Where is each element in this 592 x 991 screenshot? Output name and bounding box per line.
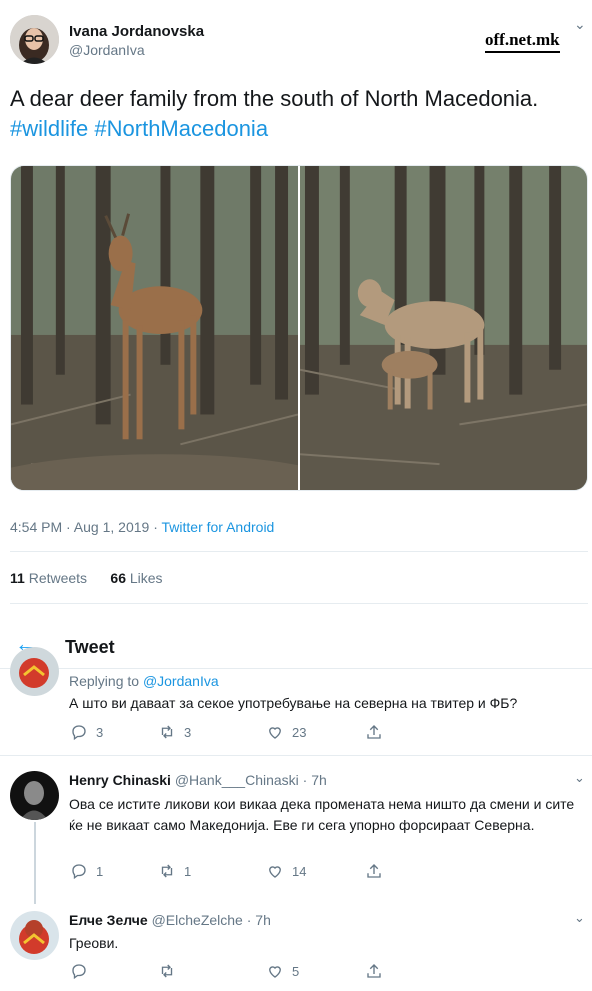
avatar[interactable] — [10, 647, 59, 696]
share-button[interactable] — [365, 962, 383, 980]
tweet-stats: 11 Retweets 66 Likes — [10, 570, 163, 586]
replying-to: Replying to @JordanIva — [69, 673, 219, 689]
reply-count: 1 — [96, 863, 104, 879]
like-button[interactable]: 23 — [266, 723, 306, 741]
photo-deer-standing[interactable] — [11, 166, 359, 490]
retweet-button[interactable]: 1 — [158, 862, 191, 880]
divider — [0, 755, 592, 756]
reply-author-handle: @ElcheZelche · 7h — [151, 912, 271, 928]
tweet-header: Ivana Jordanovska @JordanIva off.net.mk … — [0, 0, 592, 70]
avatar[interactable] — [10, 911, 59, 960]
tweet-text: A dear deer family from the south of Nor… — [10, 84, 585, 144]
photo-deer-with-fawn[interactable] — [299, 166, 587, 490]
reply-button[interactable]: 3 — [70, 723, 103, 741]
timestamp[interactable]: 4:54 PM · Aug 1, 2019 · — [10, 519, 162, 535]
chevron-down-icon[interactable]: ⌄ — [574, 16, 586, 33]
page-title: Tweet — [65, 637, 115, 657]
reply-icon — [72, 864, 86, 880]
like-count: 14 — [292, 863, 307, 879]
share-icon — [367, 725, 381, 739]
like-button[interactable]: 5 — [266, 962, 299, 980]
tweet-body: A dear deer family from the south of Nor… — [10, 86, 539, 111]
reply-author[interactable]: Елче Зелче @ElcheZelche · 7h — [69, 912, 271, 928]
retweet-count: 1 — [184, 863, 192, 879]
chevron-down-icon[interactable]: ⌄ — [574, 770, 585, 786]
share-button[interactable] — [365, 723, 383, 741]
hashtag-wildlife[interactable]: #wildlife — [10, 116, 88, 141]
reply-icon — [72, 964, 86, 980]
likes-label: Likes — [129, 570, 163, 586]
reply-count: 3 — [96, 724, 104, 740]
like-count: 23 — [292, 724, 307, 740]
source-link[interactable]: Twitter for Android — [162, 519, 275, 535]
thread-line — [34, 822, 36, 904]
avatar[interactable] — [10, 771, 59, 820]
mention-link[interactable]: @JordanIva — [143, 673, 219, 689]
likes-count: 66 — [110, 570, 126, 586]
reply-author-handle: @Hank___Chinaski · 7h — [174, 772, 327, 788]
retweets-count: 11 — [10, 570, 25, 586]
heart-icon — [269, 966, 281, 978]
top-bar: ← Tweet — [0, 625, 592, 669]
retweet-count: 3 — [184, 724, 192, 740]
photo-grid — [10, 165, 588, 491]
chevron-down-icon[interactable]: ⌄ — [574, 910, 585, 926]
retweet-button[interactable]: 3 — [158, 723, 191, 741]
like-count: 5 — [292, 963, 300, 979]
share-button[interactable] — [365, 862, 383, 880]
avatar[interactable] — [10, 15, 59, 64]
like-button[interactable]: 14 — [266, 862, 306, 880]
likes-stat[interactable]: 66 Likes — [110, 570, 162, 586]
author-name[interactable]: Ivana Jordanovska — [69, 23, 204, 40]
author-handle[interactable]: @JordanIva — [69, 42, 145, 58]
divider — [10, 551, 588, 552]
share-icon — [367, 864, 381, 878]
replying-prefix: Replying to — [69, 673, 143, 689]
reply-text: Греови. — [69, 935, 119, 951]
retweets-stat[interactable]: 11 Retweets — [10, 570, 87, 586]
share-icon — [367, 964, 381, 978]
reply-button[interactable] — [70, 962, 96, 980]
watermark: off.net.mk — [485, 30, 560, 53]
retweet-icon — [161, 725, 173, 739]
retweet-icon — [161, 964, 173, 978]
hashtag-northmacedonia[interactable]: #NorthMacedonia — [94, 116, 268, 141]
retweets-label: Retweets — [28, 570, 88, 586]
retweet-button[interactable] — [158, 962, 184, 980]
reply-author-name: Henry Chinaski — [69, 772, 171, 788]
tweet-meta: 4:54 PM · Aug 1, 2019 · Twitter for Andr… — [10, 519, 274, 535]
reply-text: А што ви даваат за секое употребување на… — [69, 695, 518, 711]
reply-author-name: Елче Зелче — [69, 912, 148, 928]
reply-author[interactable]: Henry Chinaski @Hank___Chinaski · 7h — [69, 772, 327, 788]
heart-icon — [269, 866, 281, 878]
reply-text: Ова се истите ликови кои викаа дека пром… — [69, 796, 575, 833]
retweet-icon — [161, 864, 173, 878]
heart-icon — [269, 727, 281, 739]
reply-button[interactable]: 1 — [70, 862, 103, 880]
divider — [10, 603, 588, 604]
reply-icon — [72, 725, 86, 741]
